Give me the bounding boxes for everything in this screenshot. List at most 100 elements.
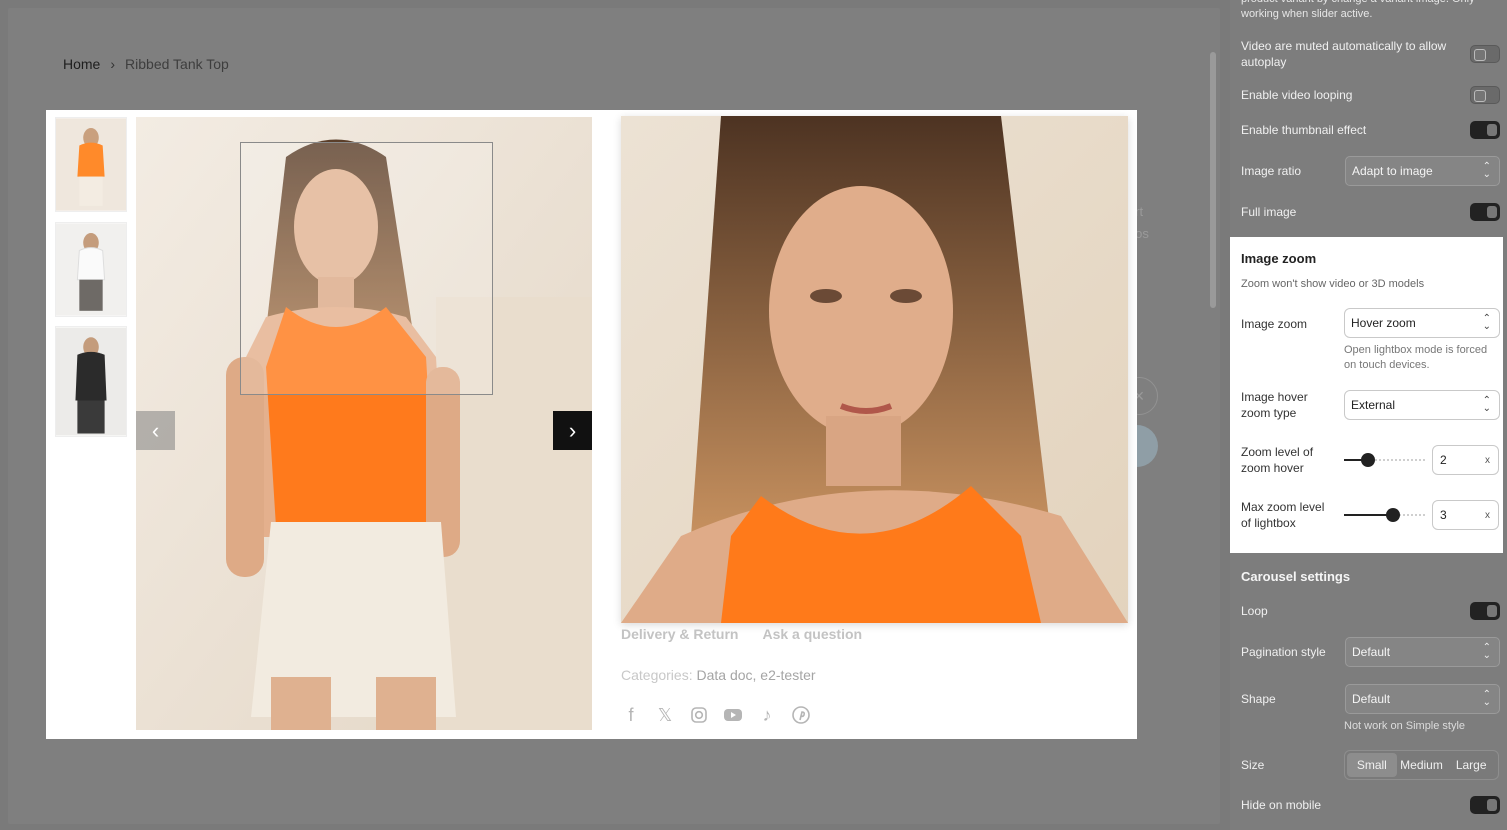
hover-zoom-type-select[interactable]: External ⌃ ⌄ — [1344, 390, 1500, 420]
product-zoom-modal: ‹ › Delivery & Return Ask a question Cat… — [46, 110, 1137, 739]
chevron-updown-icon: ⌃ ⌄ — [1482, 395, 1491, 414]
thumbnail-effect-label: Enable thumbnail effect — [1241, 123, 1367, 137]
image-zoom-label: Image zoom — [1241, 317, 1308, 331]
app-canvas: Home › Ribbed Tank Top hirt alos × — [0, 0, 1507, 830]
product-categories: Categories: Data doc, e2-tester — [621, 667, 816, 683]
loop-label: Loop — [1241, 604, 1268, 618]
image-ratio-label: Image ratio — [1241, 164, 1302, 178]
video-muted-toggle[interactable] — [1470, 45, 1500, 63]
x-icon[interactable]: 𝕏 — [655, 704, 675, 726]
facebook-icon[interactable]: f — [621, 704, 641, 726]
image-ratio-value: Adapt to image — [1352, 164, 1433, 178]
loop-toggle[interactable] — [1470, 602, 1500, 620]
image-ratio-select[interactable]: Adapt to image ⌃ ⌄ — [1345, 156, 1500, 186]
chevron-updown-icon: ⌃ ⌄ — [1482, 313, 1491, 332]
next-image-button[interactable]: › — [553, 411, 592, 450]
breadcrumb: Home › Ribbed Tank Top — [63, 56, 229, 72]
full-image-toggle[interactable] — [1470, 203, 1500, 221]
hide-mobile-label: Hide on mobile — [1241, 798, 1322, 812]
size-segmented-control: Small Medium Large — [1344, 750, 1499, 780]
zoom-level-value: 2 — [1440, 453, 1447, 467]
max-zoom-slider[interactable] — [1344, 508, 1425, 522]
shape-value: Default — [1352, 692, 1391, 706]
preview-scrollbar[interactable] — [1210, 52, 1216, 308]
social-share: f 𝕏 ♪ — [621, 704, 811, 726]
max-zoom-input[interactable]: 3 x — [1432, 500, 1499, 530]
chevron-updown-icon: ⌃ ⌄ — [1482, 161, 1491, 180]
video-loop-label: Enable video looping — [1241, 88, 1353, 102]
setting-shape: Shape Default ⌃ ⌄ — [1241, 684, 1500, 714]
size-option-small[interactable]: Small — [1347, 753, 1397, 777]
categories-label: Categories: — [621, 667, 693, 683]
setting-pagination: Pagination style Default ⌃ ⌄ — [1241, 637, 1500, 667]
shape-note: Not work on Simple style — [1344, 720, 1466, 732]
previous-image-button[interactable]: ‹ — [136, 411, 175, 450]
product-tabs: Delivery & Return Ask a question — [621, 626, 862, 642]
zoomed-product-photo — [621, 116, 1128, 623]
setting-video-loop: Enable video looping — [1241, 86, 1500, 104]
full-image-label: Full image — [1241, 205, 1297, 219]
breadcrumb-separator-icon: › — [110, 56, 116, 72]
chevron-updown-icon: ⌃ ⌄ — [1482, 689, 1491, 708]
zoom-level-unit: x — [1485, 454, 1490, 466]
thumbnail-orange-top-image — [56, 118, 126, 211]
video-loop-toggle[interactable] — [1470, 86, 1500, 104]
image-zoom-select[interactable]: Hover zoom ⌃ ⌄ — [1344, 308, 1500, 338]
zoom-level-input[interactable]: 2 x — [1432, 445, 1499, 475]
hide-mobile-toggle[interactable] — [1470, 796, 1500, 814]
pagination-select[interactable]: Default ⌃ ⌄ — [1345, 637, 1500, 667]
chevron-updown-icon: ⌃ ⌄ — [1482, 642, 1491, 661]
size-option-large[interactable]: Large — [1446, 753, 1496, 777]
image-zoom-value: Hover zoom — [1351, 316, 1416, 330]
tiktok-icon[interactable]: ♪ — [757, 704, 777, 726]
breadcrumb-current: Ribbed Tank Top — [125, 56, 229, 72]
external-zoom-preview — [621, 116, 1128, 623]
pagination-label: Pagination style — [1241, 645, 1326, 659]
categories-value[interactable]: Data doc, e2-tester — [696, 667, 815, 683]
breadcrumb-home[interactable]: Home — [63, 56, 100, 72]
hover-zoom-type-value: External — [1351, 398, 1396, 412]
size-label: Size — [1241, 758, 1265, 772]
main-product-image[interactable]: ‹ › — [136, 117, 592, 730]
max-zoom-label: Max zoom level of lightbox — [1241, 500, 1325, 530]
settings-panel: product variant by change a variant imag… — [1230, 0, 1507, 830]
zoom-level-label: Zoom level of zoom hover — [1241, 445, 1314, 475]
shape-select[interactable]: Default ⌃ ⌄ — [1345, 684, 1500, 714]
size-option-medium[interactable]: Medium — [1397, 753, 1447, 777]
thumbnail-2[interactable] — [55, 222, 127, 317]
slider-knob[interactable] — [1386, 508, 1401, 522]
setting-full-image: Full image — [1241, 203, 1500, 221]
setting-thumbnail-effect: Enable thumbnail effect — [1241, 121, 1500, 139]
hover-zoom-type-label: Image hover zoom type — [1241, 390, 1308, 420]
video-muted-label: Video are muted automatically to allow a… — [1241, 39, 1447, 69]
instagram-icon[interactable] — [689, 704, 709, 726]
tab-delivery-return[interactable]: Delivery & Return — [621, 626, 738, 642]
zoom-lens[interactable] — [240, 142, 493, 395]
thumbnail-white-top-image — [56, 223, 126, 316]
slider-knob[interactable] — [1360, 453, 1375, 467]
pagination-value: Default — [1352, 645, 1391, 659]
zoom-level-slider[interactable] — [1344, 453, 1425, 467]
image-zoom-note: Open lightbox mode is forced on touch de… — [1344, 344, 1488, 371]
max-zoom-value: 3 — [1440, 508, 1447, 522]
setting-image-ratio: Image ratio Adapt to image ⌃ ⌄ — [1241, 156, 1500, 186]
max-zoom-unit: x — [1485, 509, 1490, 521]
image-zoom-title: Image zoom — [1241, 251, 1317, 266]
pinterest-icon[interactable] — [791, 704, 811, 726]
thumbnail-effect-toggle[interactable] — [1470, 121, 1500, 139]
chevron-right-icon: › — [568, 417, 577, 443]
carousel-settings-title: Carousel settings — [1241, 569, 1351, 584]
chevron-left-icon: ‹ — [151, 417, 160, 443]
setting-loop: Loop — [1241, 602, 1500, 620]
thumbnail-1[interactable] — [55, 117, 127, 212]
shape-label: Shape — [1241, 692, 1276, 706]
image-zoom-card: Image zoom Zoom won't show video or 3D m… — [1230, 237, 1503, 553]
top-note: product variant by change a variant imag… — [1241, 0, 1475, 20]
setting-hide-mobile: Hide on mobile — [1241, 796, 1500, 814]
setting-video-muted: Video are muted automatically to allow a… — [1241, 38, 1500, 70]
youtube-icon[interactable] — [723, 704, 743, 726]
thumbnail-3[interactable] — [55, 326, 127, 437]
image-zoom-subtitle: Zoom won't show video or 3D models — [1241, 278, 1425, 290]
tab-ask-question[interactable]: Ask a question — [762, 626, 862, 642]
thumbnail-black-top-image — [56, 327, 126, 436]
